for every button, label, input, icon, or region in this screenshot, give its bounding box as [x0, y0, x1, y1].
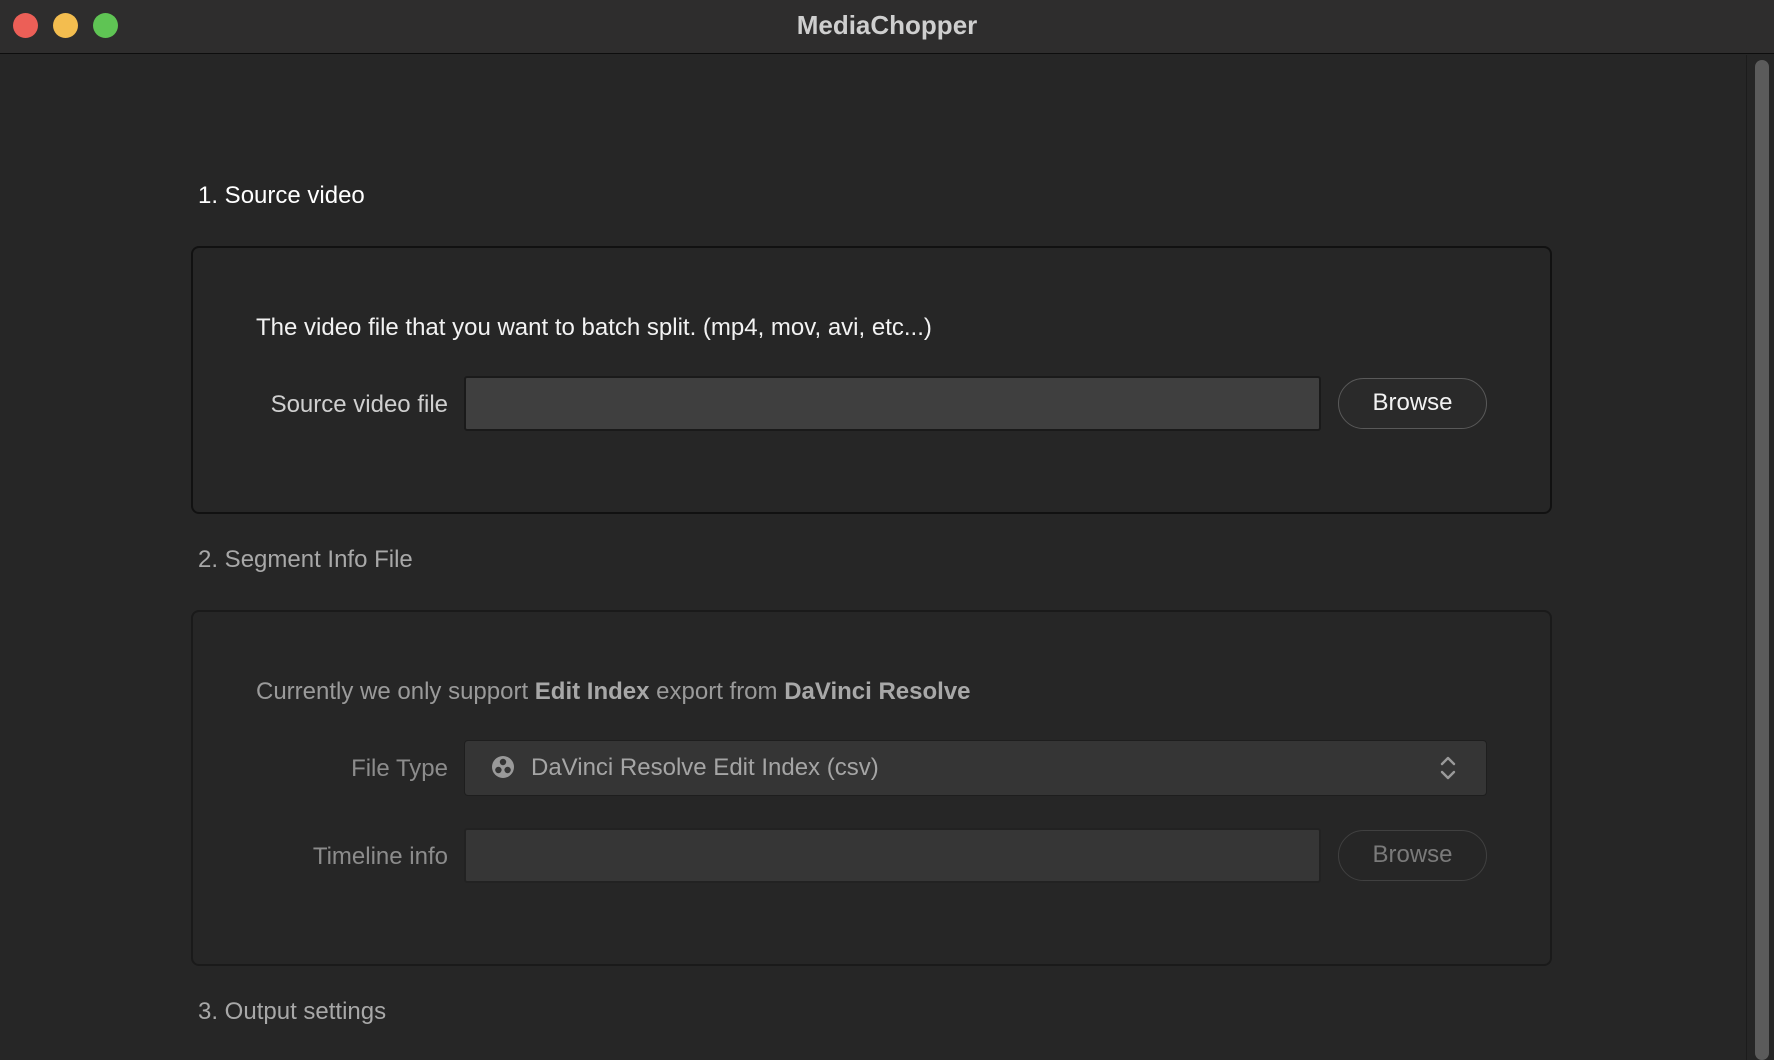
segment-info-description: Currently we only support Edit Index exp… [256, 678, 971, 706]
timeline-info-input[interactable] [464, 828, 1321, 883]
app-window: MediaChopper 1. Source video The video f… [0, 0, 1774, 1060]
section-title-segment-info: 2. Segment Info File [198, 546, 413, 573]
title-bar: MediaChopper [0, 0, 1774, 54]
description-davinci-resolve: DaVinci Resolve [784, 678, 971, 705]
source-video-description: The video file that you want to batch sp… [256, 314, 932, 341]
chevron-up-down-icon [1440, 756, 1456, 780]
file-type-select[interactable]: DaVinci Resolve Edit Index (csv) [464, 740, 1487, 796]
davinci-resolve-icon [492, 756, 514, 778]
file-type-value: DaVinci Resolve Edit Index (csv) [531, 754, 879, 781]
source-video-file-input[interactable] [464, 376, 1321, 431]
vertical-scrollbar-thumb[interactable] [1755, 60, 1769, 1060]
file-type-label: File Type [351, 755, 448, 782]
timeline-info-label: Timeline info [312, 843, 448, 870]
timeline-info-browse-button[interactable]: Browse [1338, 830, 1487, 881]
description-edit-index: Edit Index [534, 678, 650, 705]
description-prefix: Currently we only support [256, 678, 535, 705]
source-video-browse-button[interactable]: Browse [1338, 378, 1487, 429]
window-title: MediaChopper [796, 10, 978, 40]
description-mid: export from [649, 678, 785, 705]
section-title-source-video: 1. Source video [198, 182, 365, 209]
source-video-file-label: Source video file [270, 391, 448, 418]
section-title-output-settings: 3. Output settings [198, 998, 387, 1025]
